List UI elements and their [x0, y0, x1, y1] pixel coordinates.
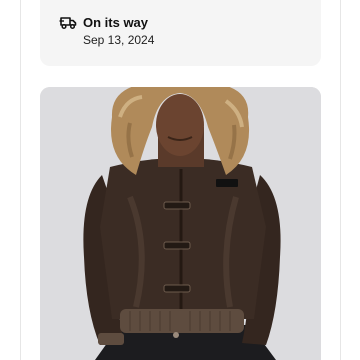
jacket-photo — [40, 87, 321, 360]
order-detail-screen: On its way Sep 13, 2024 — [0, 0, 360, 360]
shipment-status-title: On its way — [83, 15, 149, 30]
content-divider-left — [20, 0, 21, 360]
product-image[interactable] — [40, 87, 321, 360]
truck-icon — [59, 15, 77, 31]
shipment-status-date: Sep 13, 2024 — [83, 33, 155, 47]
shipment-status-card[interactable]: On its way Sep 13, 2024 — [40, 0, 321, 66]
content-divider-right — [340, 0, 341, 360]
